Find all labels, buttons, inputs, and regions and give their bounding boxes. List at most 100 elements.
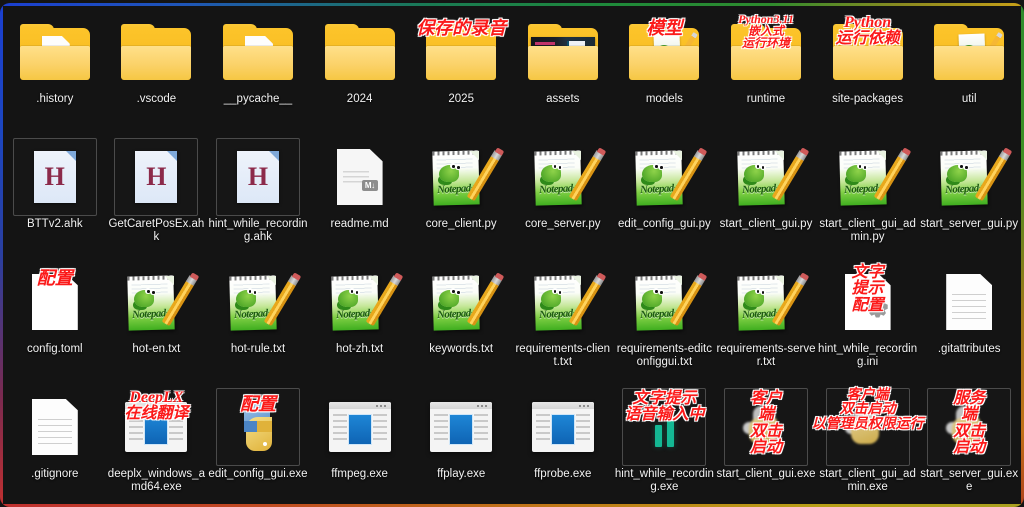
desktop-item[interactable]: Notepad++ hot-en.txt <box>106 257 208 382</box>
icon-container[interactable] <box>521 13 605 91</box>
icon-container[interactable] <box>216 13 300 91</box>
desktop-item[interactable]: 文字提示 语音输入中 hint_while_recording.exe <box>614 382 716 507</box>
desktop-item[interactable]: 保存的录音 2025 <box>410 7 512 132</box>
icon-container[interactable]: Notepad++ <box>622 263 708 341</box>
desktop-item[interactable]: .gitignore <box>4 382 106 507</box>
folder-icon <box>426 24 497 80</box>
desktop-item[interactable]: 2024 <box>309 7 411 132</box>
desktop-item[interactable]: util <box>918 7 1020 132</box>
desktop-item[interactable]: ffprobe.exe <box>512 382 614 507</box>
icon-container[interactable]: Notepad++ <box>216 263 301 341</box>
item-label: hint_while_recording.ini <box>818 343 918 368</box>
desktop-item[interactable]: 模型 models <box>614 7 716 132</box>
icon-container[interactable] <box>927 13 1011 91</box>
icon-container[interactable]: Notepad++ <box>927 138 1013 216</box>
plain-text-file-icon <box>31 399 78 455</box>
desktop-surface[interactable]: .history .vscode __pycache__ 2024 保存的录音 2… <box>0 0 1024 507</box>
desktop-item[interactable]: Notepad++ hot-rule.txt <box>207 257 309 382</box>
desktop-item[interactable]: Notepad++ start_client_gui_admin.py <box>817 132 919 257</box>
icon-grid[interactable]: .history .vscode __pycache__ 2024 保存的录音 2… <box>4 7 1020 503</box>
desktop-item[interactable]: H GetCaretPosEx.ahk <box>106 132 208 257</box>
item-label: util <box>961 93 977 105</box>
icon-container[interactable]: 配置 <box>215 388 300 466</box>
desktop-item[interactable]: Notepad++ hot-zh.txt <box>309 257 411 382</box>
desktop-item[interactable]: Hhint_while_recording.ahk <box>207 132 309 257</box>
desktop-item[interactable]: DeepLX 在线翻译 deeplx_windows_amd64.exe <box>106 382 208 507</box>
icon-container[interactable] <box>13 13 97 91</box>
desktop-item[interactable]: Notepad++ requirements-server.txt <box>715 257 817 382</box>
desktop-item[interactable]: Notepad++ keywords.txt <box>410 257 512 382</box>
notepad-plus-plus-icon: Notepad++ <box>737 147 809 207</box>
icon-container[interactable]: 配置 <box>13 263 97 341</box>
desktop-item[interactable]: Python3.11 嵌入式 运行环境 runtime <box>715 7 817 132</box>
desktop-item[interactable]: 客户端 双击启动 以管理员权限运行 start_client_gui_admin.… <box>812 382 924 507</box>
icon-container[interactable]: Notepad++ <box>724 138 809 216</box>
desktop-item[interactable]: Python 运行依赖 site-packages <box>817 7 919 132</box>
icon-container[interactable]: Notepad++ <box>521 263 606 341</box>
item-label: config.toml <box>26 343 83 355</box>
desktop-item[interactable]: 文字提示 配置 hint_while_recording.ini <box>817 257 919 382</box>
icon-container[interactable]: 服务端 双击启动 <box>927 388 1012 466</box>
desktop-item[interactable]: __pycache__ <box>207 7 309 132</box>
item-label: .history <box>36 93 74 105</box>
icon-container[interactable]: Notepad++ <box>724 263 809 341</box>
icon-container[interactable]: H <box>215 138 300 216</box>
notepad-plus-plus-icon: Notepad++ <box>534 272 606 332</box>
desktop-item[interactable]: .gitattributes <box>918 257 1020 382</box>
desktop-item[interactable]: Notepad++ requirements-client.txt <box>512 257 614 382</box>
desktop-item[interactable]: Notepad++ core_client.py <box>410 132 512 257</box>
desktop-item[interactable]: 配置 edit_config_gui.exe <box>207 382 309 507</box>
item-label: start_client_gui_admin.exe <box>819 468 916 493</box>
desktop-item[interactable]: .vscode <box>106 7 208 132</box>
icon-container[interactable]: H <box>12 138 97 216</box>
item-label: start_server_gui.py <box>920 218 1019 230</box>
icon-container[interactable]: 客户端 双击启动 以管理员权限运行 <box>812 388 924 466</box>
folder-icon <box>324 24 395 80</box>
icon-container[interactable]: Notepad++ <box>419 263 505 341</box>
desktop-item[interactable]: H BTTv2.ahk <box>4 132 106 257</box>
icon-container[interactable]: 保存的录音 <box>416 13 506 91</box>
icon-container[interactable]: H <box>114 138 199 216</box>
desktop-item[interactable]: 客户端 双击启动 start_client_gui.exe <box>715 382 817 507</box>
icon-container[interactable] <box>13 388 97 466</box>
item-label: .gitattributes <box>937 343 1001 355</box>
icon-container[interactable]: Notepad++ <box>114 263 200 341</box>
desktop-item[interactable]: 服务端 双击启动 start_server_gui.exe <box>918 382 1020 507</box>
icon-container[interactable] <box>927 263 1011 341</box>
icon-container[interactable]: 文字提示 语音输入中 <box>622 388 707 466</box>
icon-container[interactable]: Python 运行依赖 <box>826 13 910 91</box>
desktop-item[interactable]: Notepad++ start_client_gui.py <box>715 132 817 257</box>
desktop-item[interactable]: ffplay.exe <box>410 382 512 507</box>
item-label: site-packages <box>832 93 904 105</box>
ahk-script-icon: H <box>135 151 178 203</box>
desktop-item[interactable]: 配置 config.toml <box>4 257 106 382</box>
icon-container[interactable]: 文字提示 配置 <box>826 263 910 341</box>
desktop-item[interactable]: assets <box>512 7 614 132</box>
desktop-item[interactable]: Notepad++ start_server_gui.py <box>918 132 1020 257</box>
icon-container[interactable]: Notepad++ <box>419 138 505 216</box>
icon-container[interactable]: M↓ <box>318 138 402 216</box>
desktop-item[interactable]: ffmpeg.exe <box>309 382 411 507</box>
icon-container[interactable] <box>318 388 402 466</box>
icon-container[interactable] <box>521 388 605 466</box>
desktop-item[interactable]: M↓ readme.md <box>309 132 411 257</box>
icon-container[interactable] <box>114 13 198 91</box>
notepad-plus-plus-icon: Notepad++ <box>940 147 1013 207</box>
icon-container[interactable] <box>318 13 402 91</box>
desktop-item[interactable]: .history <box>4 7 106 132</box>
icon-container[interactable]: Notepad++ <box>521 138 606 216</box>
icon-container[interactable]: DeepLX 在线翻译 <box>114 388 198 466</box>
icon-container[interactable]: 模型 <box>622 13 706 91</box>
config-file-icon <box>31 274 78 330</box>
desktop-item[interactable]: Notepad++ core_server.py <box>512 132 614 257</box>
executable-window-icon <box>125 402 188 452</box>
icon-container[interactable]: Python3.11 嵌入式 运行环境 <box>724 13 808 91</box>
icon-container[interactable]: Notepad++ <box>318 263 403 341</box>
icon-container[interactable]: 客户端 双击启动 <box>723 388 808 466</box>
icon-container[interactable]: Notepad++ <box>622 138 708 216</box>
icon-container[interactable] <box>419 388 503 466</box>
notepad-plus-plus-icon: Notepad++ <box>432 272 505 332</box>
desktop-item[interactable]: Notepad++ requirements-editconfiggui.txt <box>614 257 716 382</box>
desktop-item[interactable]: Notepad++ edit_config_gui.py <box>614 132 716 257</box>
icon-container[interactable]: Notepad++ <box>826 138 911 216</box>
